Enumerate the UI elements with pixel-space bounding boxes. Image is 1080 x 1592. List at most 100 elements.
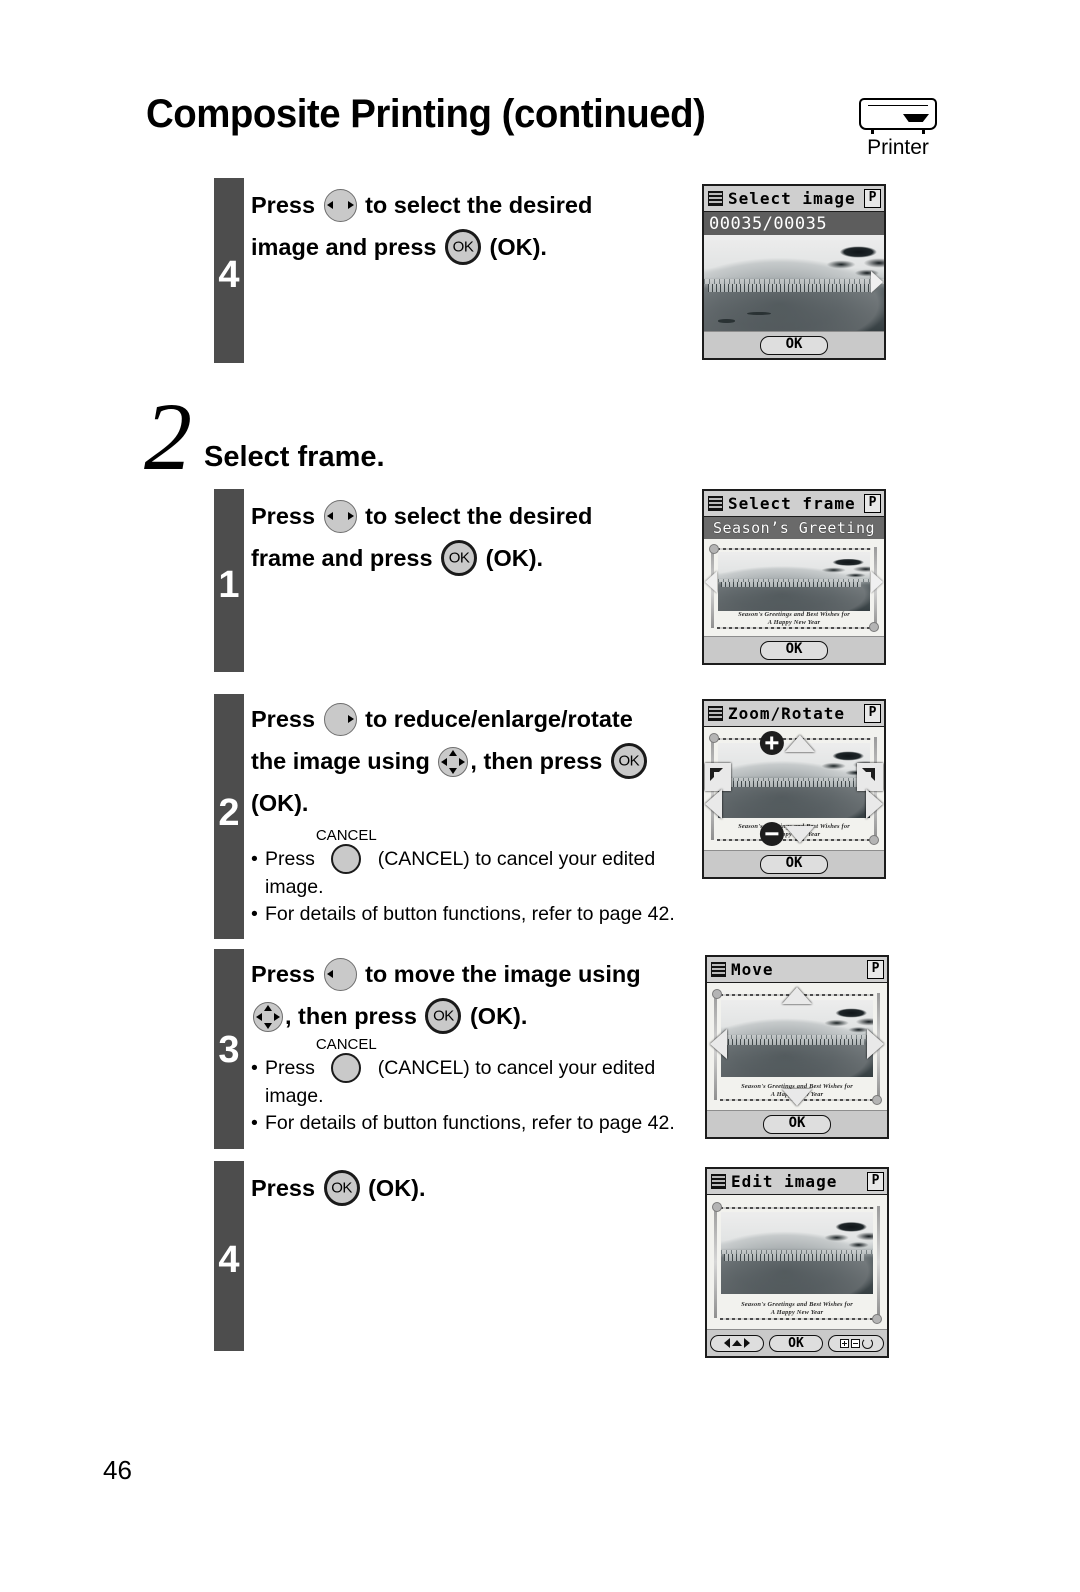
four-way-left-button[interactable]	[323, 958, 357, 991]
lcd-select-frame: Select frame P Season’s Greeting Season'…	[702, 489, 886, 665]
instruction-text: (OK).	[469, 1003, 528, 1029]
print-mode-badge: P	[864, 494, 881, 513]
right-arrow-icon	[867, 1029, 884, 1059]
cancel-button-wrap[interactable]: CANCEL	[316, 1036, 377, 1083]
zoom-in-icon	[839, 1338, 849, 1348]
move-left-control[interactable]	[710, 1029, 727, 1059]
left-arrow-icon	[256, 1012, 262, 1021]
zoom-in-control[interactable]	[759, 731, 815, 755]
instruction-line: Press to reduce/enlarge/rotate	[251, 698, 675, 740]
instruction-text: Press	[251, 192, 316, 218]
previous-frame-arrow[interactable]	[705, 571, 717, 593]
lcd-move: Move P Season's Greetings and Best Wishe…	[705, 955, 889, 1139]
ok-button[interactable]: OK	[445, 229, 481, 265]
lcd-preview-stage: Season's Greetings and Best Wishes for A…	[707, 1195, 887, 1329]
lcd-title-text: Zoom/Rotate	[728, 704, 845, 723]
lcd-ok-button[interactable]: OK	[760, 854, 828, 874]
instruction-text: (OK).	[485, 545, 544, 571]
four-way-right-button[interactable]	[323, 703, 357, 736]
four-way-left-right-button[interactable]	[323, 189, 357, 222]
move-up-control[interactable]	[782, 987, 812, 1004]
cancel-button-wrap[interactable]: CANCEL	[316, 827, 377, 874]
right-arrow-icon	[274, 1012, 280, 1021]
step-block-edit-image-4: 4 Press OK (OK).	[214, 1161, 684, 1351]
rotate-left-icon	[705, 763, 731, 791]
step-body: Press to move the image using , then pre…	[251, 953, 675, 1137]
note-cancel: • Press CANCEL (CANCEL) to cancel your ed…	[251, 1036, 675, 1083]
right-arrow-icon	[459, 757, 466, 766]
framed-preview: Season's Greetings and Best Wishes for A…	[704, 539, 884, 636]
down-arrow-icon	[263, 1023, 272, 1029]
ok-button[interactable]: OK	[441, 540, 478, 576]
lcd-ok-button[interactable]: OK	[760, 640, 828, 660]
lcd-preview-stage	[704, 235, 884, 331]
step-number: 4	[218, 1239, 240, 1281]
rotate-right-control[interactable]	[857, 763, 883, 819]
zoom-rotate-button[interactable]	[828, 1334, 884, 1352]
step-body: Press to select the desired frame and pr…	[251, 495, 592, 579]
four-way-all-direction-button[interactable]	[253, 1002, 283, 1032]
ok-button-label: OK	[331, 1179, 352, 1197]
lcd-ok-button[interactable]: OK	[760, 335, 828, 355]
up-arrow-icon	[263, 1005, 272, 1011]
ok-button-label: OK	[618, 752, 640, 770]
photo-preview	[721, 999, 873, 1077]
move-down-control[interactable]	[782, 1089, 812, 1106]
zoom-out-control[interactable]	[759, 822, 815, 846]
print-mode-badge: P	[867, 960, 884, 979]
step-number: 1	[218, 564, 240, 606]
instruction-line: , then press OK (OK).	[251, 995, 675, 1037]
lcd-ok-button[interactable]: OK	[763, 1114, 831, 1134]
four-way-all-direction-button[interactable]	[438, 747, 469, 777]
lcd-footer: OK	[704, 331, 884, 358]
up-arrow-icon	[782, 987, 812, 1004]
four-way-left-right-button[interactable]	[323, 500, 357, 533]
lcd-title-bar: Select frame P	[704, 491, 884, 517]
printer-icon	[859, 98, 937, 134]
lcd-ok-label: OK	[788, 1335, 804, 1351]
instruction-text: , then press	[470, 748, 603, 774]
instruction-text: , then press	[285, 1003, 417, 1029]
rotate-icon	[861, 1337, 873, 1349]
direction-pad-button[interactable]	[710, 1334, 764, 1352]
photo-preview	[718, 551, 870, 611]
move-right-control[interactable]	[867, 1029, 884, 1059]
page-title: Composite Printing (continued)	[146, 92, 706, 136]
rotate-right-icon	[857, 763, 883, 791]
left-arrow-icon	[326, 512, 333, 520]
frame-name-band: Season’s Greeting	[704, 517, 884, 539]
zoom-out-icon	[850, 1338, 860, 1348]
photo-preview	[721, 1212, 873, 1295]
up-arrow-icon	[784, 734, 815, 752]
tree-region	[806, 1214, 873, 1257]
instruction-line: the image using , then press OK	[251, 740, 675, 782]
ok-button[interactable]: OK	[425, 998, 462, 1034]
next-image-arrow[interactable]	[871, 271, 883, 293]
ok-button[interactable]: OK	[610, 743, 647, 779]
instruction-line: Press to select the desired	[251, 495, 592, 537]
left-arrow-icon	[326, 970, 333, 978]
instruction-line: (OK).	[251, 782, 675, 824]
cancel-button-label: CANCEL	[315, 827, 377, 844]
lcd-title-bar: Select image P	[704, 186, 884, 212]
menu-tile-icon	[708, 706, 723, 721]
up-arrow-icon	[732, 1340, 742, 1346]
bullet-icon: •	[251, 903, 258, 925]
down-arrow-icon	[448, 768, 457, 774]
left-arrow-icon	[326, 201, 333, 209]
instruction-text: Press	[251, 503, 316, 529]
next-frame-arrow[interactable]	[871, 571, 883, 593]
rotate-left-control[interactable]	[705, 763, 731, 819]
lcd-ok-button[interactable]: OK	[769, 1334, 823, 1352]
left-arrow-icon	[705, 789, 722, 819]
image-counter: 00035/00035	[704, 212, 884, 235]
instruction-text: the image using	[251, 748, 430, 774]
step-body: Press OK (OK).	[251, 1167, 426, 1209]
step-number: 2	[218, 792, 240, 834]
note-button-functions: • For details of button functions, refer …	[251, 901, 675, 928]
bullet-icon: •	[251, 848, 258, 870]
lcd-title-text: Select frame	[728, 494, 856, 513]
step-number-bar: 3	[214, 949, 244, 1149]
ok-button[interactable]: OK	[323, 1170, 360, 1206]
step-number: 4	[218, 254, 240, 296]
